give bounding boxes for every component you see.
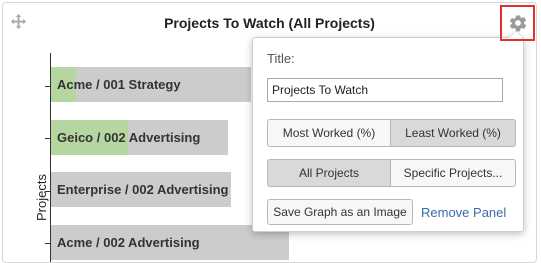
bar-label: Geico / 002 Advertising xyxy=(57,130,201,145)
bar-geico-002-advertising[interactable]: Geico / 002 Advertising xyxy=(51,120,228,155)
save-graph-button[interactable]: Save Graph as an Image xyxy=(267,199,413,225)
bar-label: Acme / 001 Strategy xyxy=(57,77,181,92)
gear-icon xyxy=(509,15,526,32)
bar-label: Enterprise / 002 Advertising xyxy=(57,182,229,197)
scope-toggle-group: All Projects Specific Projects... xyxy=(267,159,516,187)
all-projects-button[interactable]: All Projects xyxy=(267,159,391,187)
title-field-label: Title: xyxy=(267,51,295,66)
title-input[interactable] xyxy=(267,78,503,102)
projects-panel: Projects To Watch (All Projects) Project… xyxy=(2,2,537,263)
bar-acme-001-strategy[interactable]: Acme / 001 Strategy xyxy=(51,67,251,102)
most-worked-button[interactable]: Most Worked (%) xyxy=(267,119,391,147)
bar-label: Acme / 002 Advertising xyxy=(57,235,200,250)
least-worked-button[interactable]: Least Worked (%) xyxy=(391,119,516,147)
settings-gear-button[interactable] xyxy=(500,5,535,41)
sort-toggle-group: Most Worked (%) Least Worked (%) xyxy=(267,119,516,147)
y-axis-label: Projects xyxy=(34,174,49,221)
specific-projects-button[interactable]: Specific Projects... xyxy=(391,159,516,187)
panel-title: Projects To Watch (All Projects) xyxy=(164,15,375,31)
settings-popover: Title: Most Worked (%) Least Worked (%) … xyxy=(252,30,524,232)
bar-enterprise-002-advertising[interactable]: Enterprise / 002 Advertising xyxy=(51,172,231,207)
remove-panel-link[interactable]: Remove Panel xyxy=(421,205,506,220)
